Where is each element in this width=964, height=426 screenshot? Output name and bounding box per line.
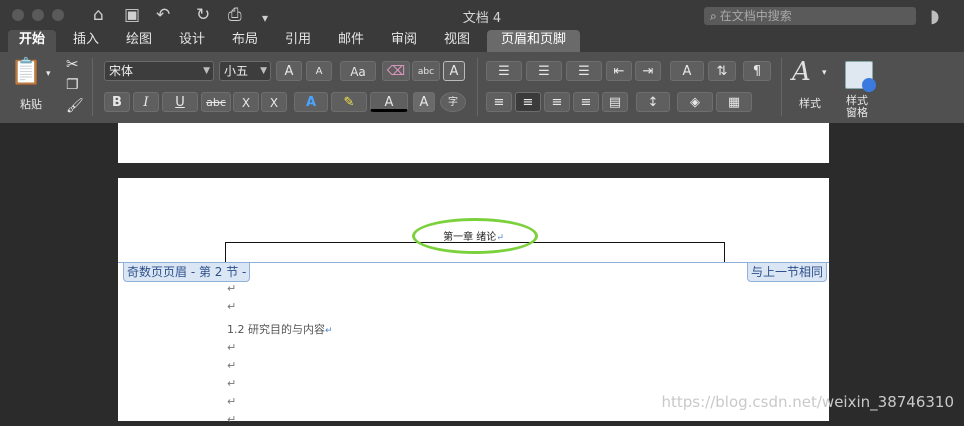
paste-label: 粘贴: [20, 98, 42, 111]
styles-pane-icon[interactable]: [845, 61, 876, 92]
search-input[interactable]: ⌕ 在文档中搜索: [704, 7, 916, 25]
shading-icon[interactable]: ◈: [677, 92, 713, 112]
change-case-button[interactable]: Aa: [340, 61, 376, 81]
highlight-icon[interactable]: ✎: [331, 92, 367, 112]
enclose-characters-button[interactable]: 字: [440, 92, 466, 112]
tab-layout[interactable]: 布局: [225, 30, 265, 52]
paragraph-mark-icon: ↵: [227, 413, 237, 426]
section-heading[interactable]: 1.2 研究目的与内容↵: [227, 321, 333, 337]
styles-icon[interactable]: A: [792, 57, 811, 87]
styles-dropdown-icon[interactable]: ▾: [822, 68, 827, 78]
account-icon[interactable]: ◗: [930, 6, 939, 27]
underline-button[interactable]: U: [162, 92, 198, 112]
tab-view[interactable]: 视图: [437, 30, 477, 52]
borders-icon[interactable]: ▦: [716, 92, 752, 112]
chevron-down-icon: ▼: [260, 66, 267, 76]
tab-references[interactable]: 引用: [278, 30, 318, 52]
search-placeholder: 在文档中搜索: [719, 9, 792, 23]
bold-button[interactable]: B: [104, 92, 130, 112]
paragraph-mark-icon: ↵: [227, 359, 237, 372]
text-effects-button[interactable]: A: [294, 92, 328, 112]
increase-indent-icon[interactable]: ⇥: [635, 61, 661, 81]
numbering-icon[interactable]: ☰: [526, 61, 562, 81]
highlight-annotation: [412, 218, 538, 254]
bullets-icon[interactable]: ☰: [486, 61, 522, 81]
font-size-combo[interactable]: 小五 ▼: [219, 61, 271, 81]
decrease-indent-icon[interactable]: ⇤: [606, 61, 632, 81]
previous-page: [118, 123, 829, 163]
cut-icon[interactable]: ✂: [66, 55, 79, 73]
paragraph-mark-icon: ↵: [227, 282, 237, 295]
align-left-icon[interactable]: ≡: [486, 92, 512, 112]
clear-formatting-icon[interactable]: ⌫: [382, 61, 410, 81]
font-name-value: 宋体: [109, 64, 134, 78]
paste-dropdown-icon[interactable]: ▾: [46, 69, 51, 79]
shrink-font-button[interactable]: A: [306, 61, 332, 81]
same-as-previous-tag: 与上一节相同: [747, 262, 828, 282]
current-page[interactable]: 第一章 绪论↵ ↵ ↵ 1.2 研究目的与内容↵ ↵ ↵ ↵ ↵ ↵: [118, 178, 829, 426]
ribbon-tabs: 开始 插入 绘图 设计 布局 引用 邮件 审阅 视图 页眉和页脚 ⁺♙ 共享 ⌃: [0, 30, 964, 80]
tab-review[interactable]: 审阅: [384, 30, 424, 52]
styles-pane-label: 样式 窗格: [846, 94, 868, 119]
section-heading-text: 1.2 研究目的与内容: [227, 323, 325, 336]
phonetic-guide-icon[interactable]: abc: [412, 61, 440, 81]
asian-layout-icon[interactable]: A: [670, 61, 704, 81]
copy-icon[interactable]: ❐: [66, 77, 79, 93]
tab-design[interactable]: 设计: [172, 30, 212, 52]
character-shading-button[interactable]: A: [413, 92, 435, 112]
font-size-value: 小五: [224, 64, 249, 78]
distributed-icon[interactable]: ▤: [602, 92, 628, 112]
styles-label: 样式: [799, 97, 821, 110]
search-icon: ⌕: [710, 9, 717, 23]
tab-home[interactable]: 开始: [8, 30, 56, 52]
ribbon-divider: [92, 58, 93, 116]
multilevel-list-icon[interactable]: ☰: [566, 61, 602, 81]
grow-font-button[interactable]: A: [276, 61, 302, 81]
align-center-icon[interactable]: ≡: [515, 92, 541, 112]
title-bar: ⌂ ▣ ↶ ↻ ⎙ ▾ 文档 4 ⌕ 在文档中搜索 ◗: [0, 0, 964, 30]
odd-page-header-tag: 奇数页页眉 - 第 2 节 -: [123, 262, 251, 282]
char-border-button[interactable]: A: [443, 61, 465, 81]
paragraph-mark-icon: ↵: [227, 341, 237, 354]
font-color-button[interactable]: A: [370, 92, 408, 112]
superscript-button[interactable]: X: [261, 92, 287, 112]
line-spacing-icon[interactable]: ↕: [636, 92, 670, 112]
show-marks-icon[interactable]: ¶: [743, 61, 771, 81]
ribbon-divider: [781, 58, 782, 116]
font-name-combo[interactable]: 宋体 ▼: [104, 61, 214, 81]
subscript-button[interactable]: X: [233, 92, 259, 112]
justify-icon[interactable]: ≡: [573, 92, 599, 112]
paragraph-mark-icon: ↵: [325, 326, 333, 336]
italic-button[interactable]: I: [133, 92, 159, 112]
document-canvas: 第一章 绪论↵ ↵ ↵ 1.2 研究目的与内容↵ ↵ ↵ ↵ ↵ ↵ 奇数页页眉…: [0, 123, 964, 426]
ribbon-divider: [477, 58, 478, 116]
tab-draw[interactable]: 绘图: [119, 30, 159, 52]
chevron-down-icon: ▼: [203, 66, 210, 76]
paragraph-mark-icon: ↵: [227, 395, 237, 408]
tab-insert[interactable]: 插入: [66, 30, 106, 52]
tab-header-footer[interactable]: 页眉和页脚: [487, 30, 580, 52]
strikethrough-button[interactable]: abc: [201, 92, 231, 112]
paragraph-mark-icon: ↵: [227, 377, 237, 390]
tab-mailings[interactable]: 邮件: [331, 30, 371, 52]
paragraph-mark-icon: ↵: [227, 300, 237, 313]
align-right-icon[interactable]: ≡: [544, 92, 570, 112]
format-painter-icon[interactable]: 🖌: [66, 98, 84, 114]
watermark-text: https://blog.csdn.net/weixin_38746310: [661, 393, 954, 411]
sort-icon[interactable]: ⇅: [708, 61, 736, 81]
clipboard-icon[interactable]: 📋: [10, 57, 42, 87]
